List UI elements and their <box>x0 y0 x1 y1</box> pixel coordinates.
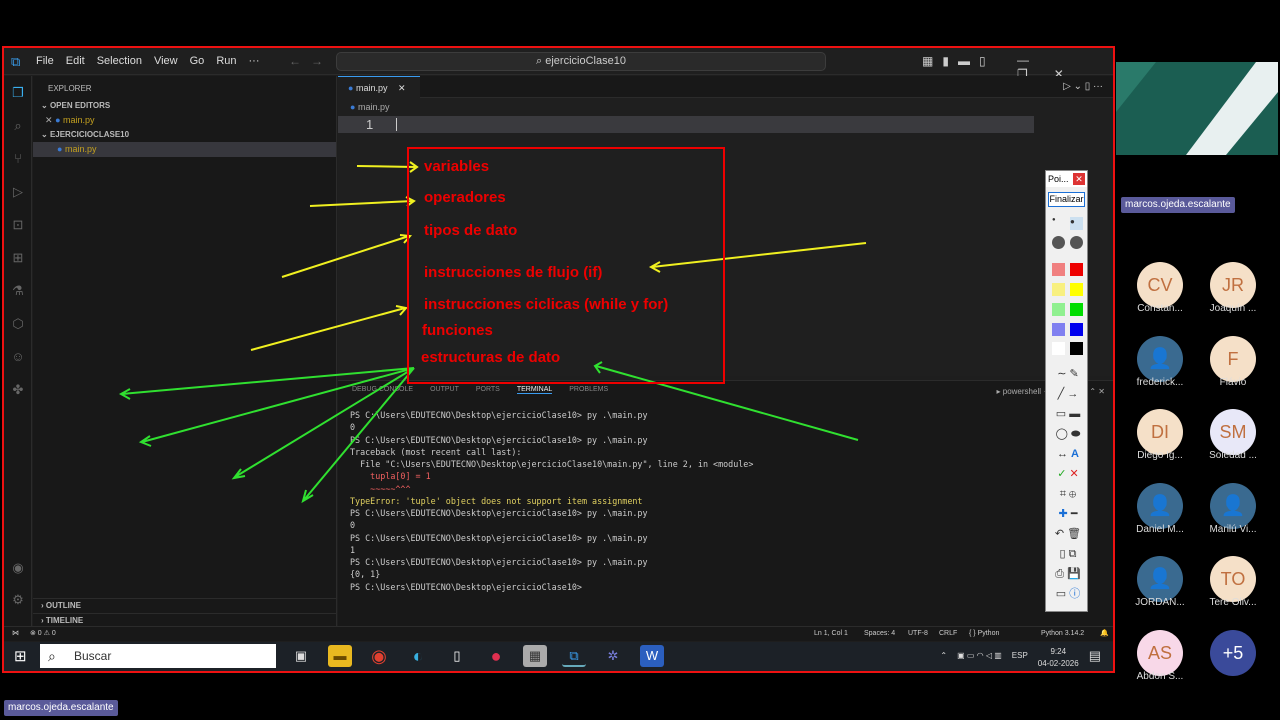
participant-avatar[interactable]: F <box>1210 335 1256 382</box>
color-lightyellow[interactable] <box>1052 283 1065 296</box>
participant-name: Constan... <box>1137 303 1183 314</box>
large-dot-icon[interactable] <box>1052 236 1065 249</box>
finish-button[interactable]: Finalizar <box>1048 192 1085 207</box>
color-lightblue[interactable] <box>1052 323 1065 336</box>
participant-name: Abdon S... <box>1136 670 1184 682</box>
participant-name: Diego Ig... <box>1137 450 1183 461</box>
participant-avatar[interactable]: SM <box>1210 409 1256 455</box>
arrow-g4 <box>301 367 415 504</box>
participant-avatar[interactable]: 👤 <box>1137 482 1183 529</box>
annotation-ciclicas: instrucciones ciclicas (while y for) <box>424 296 669 313</box>
screen: ⧉ File Edit Selection View Go Run ··· ←→ ⌕ eje… <box>0 0 1280 720</box>
small-dot-icon[interactable]: ● <box>1052 217 1065 230</box>
participant-avatar[interactable]: AS <box>1137 629 1183 676</box>
arrow-ciclicas <box>250 305 408 351</box>
participant-avatar[interactable]: 👤 <box>1137 335 1183 382</box>
participant-avatar[interactable]: TO <box>1210 556 1256 602</box>
color-red[interactable] <box>1070 263 1083 276</box>
arrow-g3 <box>231 367 415 480</box>
palette-tools[interactable]: ∼ ✎ ╱ → ▭ ▬ ◯ ⬬ ↔ A ✓ ✕ ⌗ ⊕ ✚ ━ ↶ 🗑 ▯ ⧉ ⎙ 💾 ▭ ⓘ <box>1050 364 1086 604</box>
annotation-estructuras: estructuras de dato <box>421 349 561 366</box>
annotation-operadores: operadores <box>424 189 506 206</box>
color-lightgreen[interactable] <box>1052 303 1065 316</box>
color-lightred[interactable] <box>1052 263 1065 276</box>
participant-avatar[interactable]: CV <box>1137 262 1183 308</box>
color-green[interactable] <box>1070 303 1083 316</box>
participant-name: Marilú Vi... <box>1209 523 1257 535</box>
participant-name: Joaquín ... <box>1209 303 1257 314</box>
palette-header: Poi... ✕ <box>1046 171 1087 187</box>
participant-avatar[interactable]: 👤 <box>1137 556 1183 602</box>
participant-name: Soledad ... <box>1209 450 1257 461</box>
presenter-name-chip: marcos.ojeda.escalante <box>1121 197 1235 213</box>
color-white[interactable] <box>1052 342 1065 355</box>
medium-dot-icon[interactable]: ● <box>1070 217 1083 230</box>
presenter-thumb-graphic <box>1116 62 1278 155</box>
xlarge-dot-icon[interactable] <box>1070 236 1083 249</box>
participant-name: Daniel M... <box>1136 523 1184 535</box>
annotation-flujo: instrucciones de flujo (if) <box>424 264 603 281</box>
annotation-funciones: funciones <box>422 322 493 339</box>
color-blue[interactable] <box>1070 323 1083 336</box>
bottom-name-chip: marcos.ojeda.escalante <box>4 700 118 716</box>
pointer-palette: Poi... ✕ Finalizar ● ● ∼ ✎ ╱ → ▭ ▬ ◯ ⬬ ↔ A ✓ ✕… <box>1045 170 1088 612</box>
palette-title: Poi... <box>1048 174 1069 184</box>
participant-name: JORDAN... <box>1135 597 1185 608</box>
arrow-tipos <box>281 234 413 278</box>
participant-avatar[interactable]: +5 <box>1210 629 1256 676</box>
annotation-variables: variables <box>424 158 490 175</box>
participant-avatar[interactable]: JR <box>1210 262 1256 308</box>
annotation-tipos: tipos de dato <box>424 222 518 239</box>
palette-close-icon[interactable]: ✕ <box>1073 173 1085 185</box>
participant-avatar[interactable]: DI <box>1137 409 1183 455</box>
participant-name: Flávio <box>1219 376 1247 388</box>
participant-avatar[interactable]: 👤 <box>1210 482 1256 529</box>
presenter-video[interactable] <box>1116 62 1278 155</box>
color-yellow[interactable] <box>1070 283 1083 296</box>
participant-name: Tere Oliv... <box>1209 597 1257 608</box>
color-black[interactable] <box>1070 342 1083 355</box>
participant-name: frederick... <box>1136 376 1184 388</box>
arrow-operadores <box>309 196 416 207</box>
